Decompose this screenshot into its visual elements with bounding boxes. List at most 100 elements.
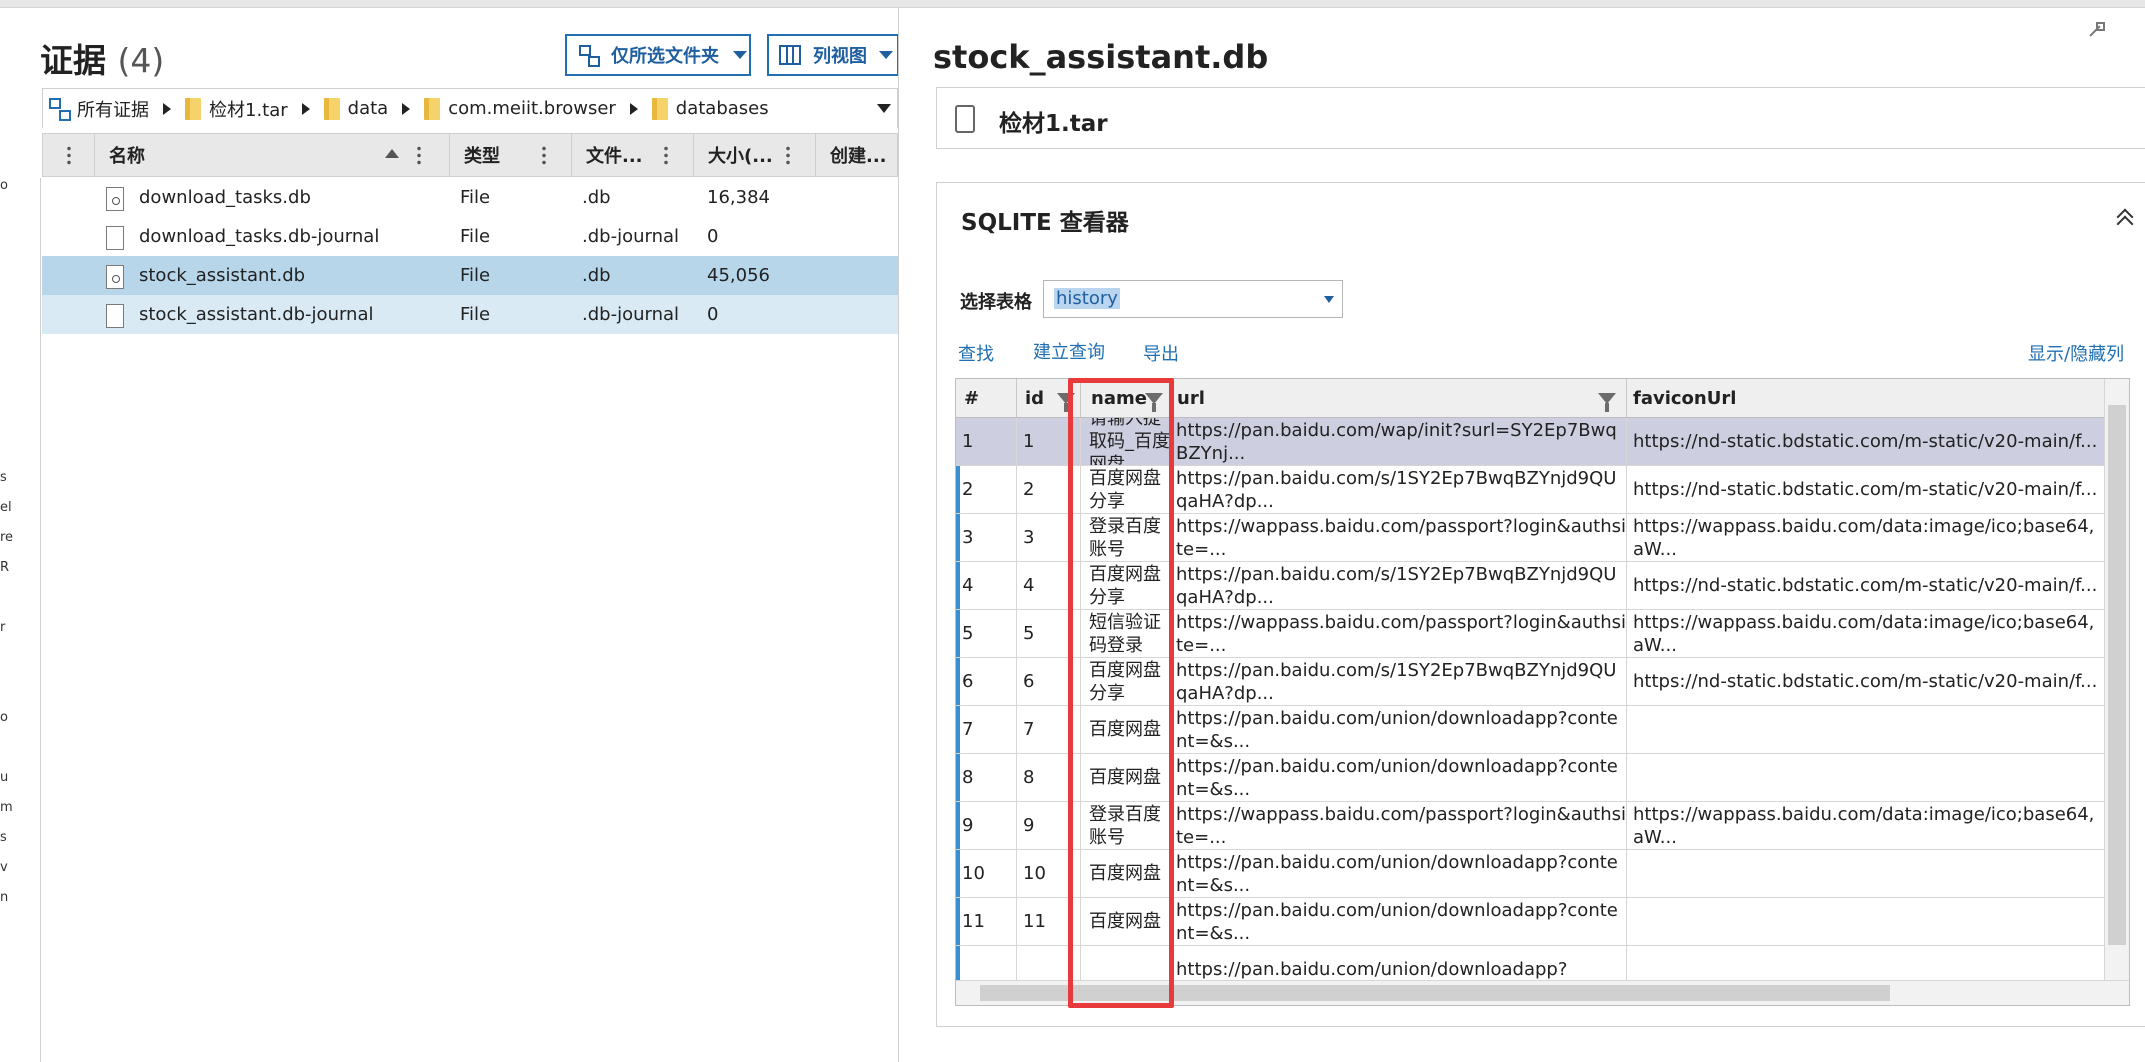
pin-icon[interactable] bbox=[2088, 22, 2106, 40]
grid-cell-fav[interactable] bbox=[1627, 898, 2106, 945]
grid-cell-fav[interactable] bbox=[1627, 754, 2106, 801]
edge-text: v bbox=[0, 860, 8, 875]
vertical-scrollbar[interactable] bbox=[2104, 379, 2129, 983]
column-type[interactable]: 类型 bbox=[450, 134, 572, 176]
edge-text: R bbox=[0, 560, 10, 575]
edge-text: re bbox=[0, 530, 14, 545]
panel-splitter[interactable] bbox=[898, 8, 899, 1062]
database-file-icon bbox=[106, 265, 124, 289]
breadcrumb-item[interactable]: databases bbox=[651, 97, 769, 120]
folder-icon bbox=[651, 97, 668, 120]
grid-cell-n[interactable]: 2 bbox=[956, 466, 1017, 513]
column-created[interactable]: 创建... bbox=[816, 134, 898, 176]
grid-cell-fav[interactable]: https://nd-static.bdstatic.com/m-static/… bbox=[1627, 658, 2106, 705]
grid-cell-url[interactable]: https://pan.baidu.com/s/1SY2Ep7BwqBZYnjd… bbox=[1173, 658, 1627, 705]
grid-cell-n[interactable]: 9 bbox=[956, 802, 1017, 849]
grid-cell-url[interactable]: https://pan.baidu.com/s/1SY2Ep7BwqBZYnjd… bbox=[1173, 466, 1627, 513]
grid-cell-url[interactable]: https://pan.baidu.com/wap/init?surl=SY2E… bbox=[1173, 418, 1627, 465]
edge-text: s bbox=[0, 830, 7, 845]
table-select-label: 选择表格 bbox=[960, 292, 1032, 313]
column-extension[interactable]: 文件... bbox=[572, 134, 694, 176]
export-link[interactable]: 导出 bbox=[1143, 340, 1179, 366]
chevron-down-icon bbox=[1324, 296, 1334, 303]
column-menu-icon[interactable] bbox=[417, 145, 421, 165]
edge-text: s bbox=[0, 470, 7, 485]
column-menu-icon[interactable] bbox=[542, 145, 546, 165]
folder-icon bbox=[323, 97, 340, 120]
file-row[interactable]: download_tasks.db-journal File .db-journ… bbox=[42, 217, 898, 256]
column-name[interactable]: 名称 bbox=[95, 134, 450, 176]
grid-col-faviconurl[interactable]: faviconUrl bbox=[1627, 379, 2106, 418]
file-icon bbox=[106, 226, 124, 250]
evidence-source-box: 检材1.tar bbox=[936, 87, 2145, 149]
grid-cell-fav[interactable]: https://nd-static.bdstatic.com/m-static/… bbox=[1627, 466, 2106, 513]
file-row-selected[interactable]: stock_assistant.db File .db 45,056 bbox=[42, 256, 898, 295]
highlight-annotation-box bbox=[1068, 378, 1174, 1008]
breadcrumb: 所有证据 检材1.tar data com.meiit.browser data… bbox=[42, 88, 898, 128]
evidence-tree-icon bbox=[49, 97, 71, 121]
grid-cell-fav[interactable]: https://wappass.baidu.com/data:image/ico… bbox=[1627, 802, 2106, 849]
scroll-thumb[interactable] bbox=[2108, 405, 2126, 945]
column-menu-icon[interactable] bbox=[786, 145, 790, 165]
edge-text: o bbox=[0, 178, 8, 193]
folder-icon bbox=[424, 97, 441, 120]
edge-text: n bbox=[0, 890, 9, 905]
folder-icon bbox=[185, 97, 201, 120]
chevron-right-icon bbox=[163, 102, 171, 115]
grid-cell-url[interactable]: https://wappass.baidu.com/passport?login… bbox=[1173, 514, 1627, 561]
grid-cell-url[interactable]: https://pan.baidu.com/union/downloadapp?… bbox=[1173, 706, 1627, 753]
grid-cell-n[interactable]: 1 bbox=[956, 418, 1017, 465]
breadcrumb-item[interactable]: data bbox=[323, 97, 388, 120]
grid-cell-n[interactable]: 8 bbox=[956, 754, 1017, 801]
breadcrumb-item[interactable]: 检材1.tar bbox=[185, 96, 288, 122]
db-title: stock_assistant.db bbox=[933, 38, 1269, 76]
source-name: 检材1.tar bbox=[999, 111, 1108, 137]
chevron-down-icon bbox=[733, 51, 747, 59]
clipped-left-pane: o s el re R r o u m s v n bbox=[0, 90, 14, 1060]
grid-cell-fav[interactable] bbox=[1627, 850, 2106, 897]
table-select[interactable]: history bbox=[1043, 280, 1343, 318]
grid-cell-n[interactable]: 3 bbox=[956, 514, 1017, 561]
grid-cell-url[interactable]: https://wappass.baidu.com/passport?login… bbox=[1173, 610, 1627, 657]
grid-cell-fav[interactable]: https://wappass.baidu.com/data:image/ico… bbox=[1627, 514, 2106, 561]
column-menu-icon[interactable] bbox=[664, 145, 668, 165]
grid-cell-url[interactable]: https://wappass.baidu.com/passport?login… bbox=[1173, 802, 1627, 849]
column-size[interactable]: 大小(... bbox=[694, 134, 816, 176]
grid-cell-n[interactable]: 6 bbox=[956, 658, 1017, 705]
grid-cell-n[interactable]: 5 bbox=[956, 610, 1017, 657]
evidence-count: (4) bbox=[117, 41, 165, 80]
grid-cell-fav[interactable]: https://nd-static.bdstatic.com/m-static/… bbox=[1627, 562, 2106, 609]
grid-cell-url[interactable]: https://pan.baidu.com/union/downloadapp?… bbox=[1173, 754, 1627, 801]
grid-col-url[interactable]: url bbox=[1173, 379, 1627, 418]
grid-cell-n[interactable]: 10 bbox=[956, 850, 1017, 897]
build-query-link[interactable]: 建立查询 bbox=[1033, 338, 1105, 364]
find-link[interactable]: 查找 bbox=[958, 340, 994, 366]
dropdown-triangle-icon[interactable] bbox=[877, 104, 891, 113]
breadcrumb-item[interactable]: com.meiit.browser bbox=[424, 97, 616, 120]
grid-cell-fav[interactable]: https://nd-static.bdstatic.com/m-static/… bbox=[1627, 418, 2106, 465]
phone-icon bbox=[955, 105, 975, 133]
collapse-icon[interactable] bbox=[2116, 208, 2137, 233]
grid-col-index[interactable]: # bbox=[956, 379, 1017, 418]
column-options[interactable] bbox=[43, 134, 95, 176]
sort-ascending-icon bbox=[385, 149, 399, 158]
file-row-highlighted[interactable]: stock_assistant.db-journal File .db-jour… bbox=[42, 295, 898, 334]
grid-cell-fav[interactable] bbox=[1627, 706, 2106, 753]
breadcrumb-all-evidence[interactable]: 所有证据 bbox=[77, 96, 149, 122]
grid-cell-n[interactable]: 4 bbox=[956, 562, 1017, 609]
edge-text: o bbox=[0, 710, 8, 725]
folder-only-button[interactable]: 仅所选文件夹 bbox=[565, 34, 751, 76]
grid-cell-url[interactable]: https://pan.baidu.com/union/downloadapp?… bbox=[1173, 850, 1627, 897]
edge-text: el bbox=[0, 500, 12, 515]
show-hide-columns-link[interactable]: 显示/隐藏列 bbox=[2028, 340, 2124, 366]
filter-icon[interactable] bbox=[1598, 393, 1616, 412]
grid-cell-fav[interactable]: https://wappass.baidu.com/data:image/ico… bbox=[1627, 610, 2106, 657]
grid-cell-n[interactable]: 7 bbox=[956, 706, 1017, 753]
view-mode-button[interactable]: 列视图 bbox=[767, 34, 899, 76]
tree-icon bbox=[579, 45, 600, 67]
grid-cell-url[interactable]: https://pan.baidu.com/union/downloadapp?… bbox=[1173, 898, 1627, 945]
file-row[interactable]: download_tasks.db File .db 16,384 bbox=[42, 178, 898, 217]
grid-cell-url[interactable]: https://pan.baidu.com/s/1SY2Ep7BwqBZYnjd… bbox=[1173, 562, 1627, 609]
grid-cell-n[interactable]: 11 bbox=[956, 898, 1017, 945]
file-list-border bbox=[40, 178, 41, 1062]
